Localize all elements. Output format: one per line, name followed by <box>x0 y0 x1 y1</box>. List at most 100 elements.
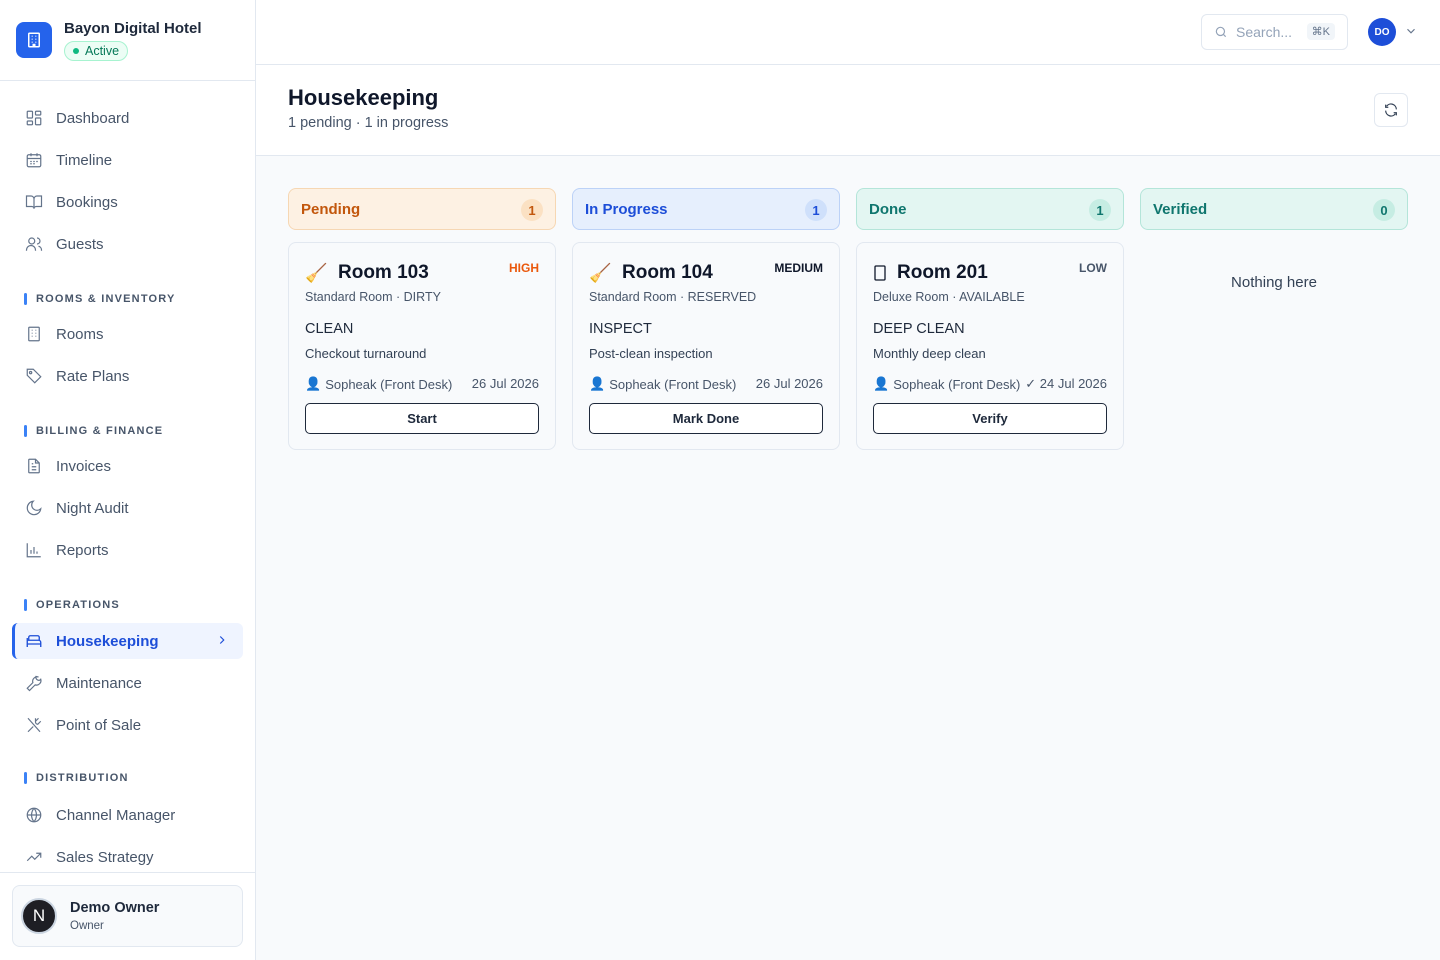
priority-badge: HIGH <box>509 261 539 275</box>
sidebar-item-maintenance[interactable]: Maintenance <box>12 665 243 701</box>
hotel-name: Bayon Digital Hotel <box>64 19 202 37</box>
search-icon <box>1214 25 1228 39</box>
sidebar-item-rate-plans[interactable]: Rate Plans <box>12 358 243 394</box>
status-label: Active <box>85 43 120 58</box>
sidebar-item-label: Invoices <box>56 457 112 475</box>
sidebar-item-label: Channel Manager <box>56 806 176 824</box>
sidebar-item-label: Maintenance <box>56 674 142 692</box>
mark-done-button[interactable]: Mark Done <box>589 403 823 434</box>
search-placeholder: Search... <box>1236 24 1293 40</box>
utensils-icon <box>24 715 44 735</box>
user-menu-avatar[interactable]: DO <box>1368 18 1396 46</box>
sidebar-item-label: Rate Plans <box>56 367 130 385</box>
status-badge: Active <box>64 40 129 61</box>
avatar: N <box>21 898 57 934</box>
task-card[interactable]: 🧹 Room 103 HIGH Standard Room · DIRTY CL… <box>288 242 556 450</box>
task-card[interactable]: 🧹 Room 104 MEDIUM Standard Room · RESERV… <box>572 242 840 450</box>
room-meta: Standard Room · RESERVED <box>589 290 757 304</box>
column-title: Verified <box>1153 200 1208 218</box>
priority-badge: MEDIUM <box>774 261 823 275</box>
room-meta: Standard Room · DIRTY <box>305 290 441 304</box>
task-note: Checkout turnaround <box>305 346 427 361</box>
sidebar-item-bookings[interactable]: Bookings <box>12 184 243 220</box>
assignee: 👤 Sopheak (Front Desk) <box>873 376 1020 392</box>
dashboard-icon <box>24 108 44 128</box>
sidebar-item-label: Rooms <box>56 325 104 343</box>
bar-chart-icon <box>24 540 44 560</box>
task-type: CLEAN <box>305 321 354 337</box>
sidebar-item-label: Sales Strategy <box>56 848 154 866</box>
sidebar-item-invoices[interactable]: Invoices <box>12 448 243 484</box>
moon-icon <box>24 498 44 518</box>
page-title: Housekeeping <box>288 85 439 110</box>
column-header-pending: Pending 1 <box>288 188 556 230</box>
assignee-name: Sopheak (Front Desk) <box>893 376 1021 392</box>
person-icon: 👤 <box>589 376 606 391</box>
room-number: Room 103 <box>338 262 429 283</box>
empty-state: Nothing here <box>1231 274 1317 291</box>
globe-icon <box>24 805 44 825</box>
broom-icon: 🧹 <box>589 263 612 283</box>
task-note: Post-clean inspection <box>589 346 713 361</box>
checkbox-icon <box>873 265 887 286</box>
column-header-verified: Verified 0 <box>1140 188 1408 230</box>
section-rooms-inventory: ROOMS & INVENTORY <box>24 293 176 305</box>
user-profile-card[interactable]: N Demo Owner Owner <box>12 885 243 947</box>
sidebar-item-sales-strategy[interactable]: Sales Strategy <box>12 839 243 875</box>
sidebar-item-night-audit[interactable]: Night Audit <box>12 490 243 526</box>
sidebar-item-housekeeping[interactable]: Housekeeping <box>12 623 243 659</box>
column-count: 1 <box>1089 199 1111 221</box>
file-text-icon <box>24 456 44 476</box>
chevron-right-icon <box>215 633 229 651</box>
search-shortcut: ⌘K <box>1306 23 1335 40</box>
sidebar-item-label: Night Audit <box>56 499 129 517</box>
bed-icon <box>24 631 44 651</box>
column-title: In Progress <box>585 200 668 218</box>
task-note: Monthly deep clean <box>873 346 986 361</box>
sidebar-item-timeline[interactable]: Timeline <box>12 142 243 178</box>
column-count: 1 <box>521 199 543 221</box>
chevron-down-icon[interactable] <box>1404 24 1418 43</box>
hotel-building-icon <box>16 22 52 58</box>
assignee: 👤 Sopheak (Front Desk) <box>305 376 452 392</box>
room-meta: Deluxe Room · AVAILABLE <box>873 290 1025 304</box>
start-button[interactable]: Start <box>305 403 539 434</box>
user-name: Demo Owner <box>70 900 160 916</box>
sidebar-item-label: Housekeeping <box>56 632 159 650</box>
room-number: Room 201 <box>897 262 988 283</box>
page-header: Housekeeping 1 pending · 1 in progress <box>256 65 1440 156</box>
column-header-done: Done 1 <box>856 188 1124 230</box>
task-card[interactable]: Room 201 LOW Deluxe Room · AVAILABLE DEE… <box>856 242 1124 450</box>
sidebar-item-point-of-sale[interactable]: Point of Sale <box>12 707 243 743</box>
sidebar-item-label: Point of Sale <box>56 716 142 734</box>
verify-button[interactable]: Verify <box>873 403 1107 434</box>
wrench-icon <box>24 673 44 693</box>
column-header-in-progress: In Progress 1 <box>572 188 840 230</box>
search-input[interactable]: Search... ⌘K <box>1201 14 1348 50</box>
task-date: 26 Jul 2026 <box>755 376 823 391</box>
users-icon <box>24 234 44 254</box>
task-type: DEEP CLEAN <box>873 321 965 337</box>
sidebar-item-label: Timeline <box>56 151 113 169</box>
trending-up-icon <box>24 847 44 867</box>
column-count: 1 <box>805 199 827 221</box>
page-subtitle: 1 pending · 1 in progress <box>288 115 449 131</box>
sidebar-item-rooms[interactable]: Rooms <box>12 316 243 352</box>
column-count: 0 <box>1373 199 1395 221</box>
sidebar-divider <box>0 872 256 873</box>
status-dot-icon <box>73 47 79 54</box>
sidebar-item-channel-manager[interactable]: Channel Manager <box>12 797 243 833</box>
sidebar-item-label: Bookings <box>56 193 118 211</box>
task-date: 26 Jul 2026 <box>471 376 539 391</box>
sidebar-item-label: Guests <box>56 235 104 253</box>
user-role: Owner <box>70 920 104 932</box>
building-icon <box>24 324 44 344</box>
brand-header: Bayon Digital Hotel Active <box>0 0 255 81</box>
sidebar-item-guests[interactable]: Guests <box>12 226 243 262</box>
column-title: Pending <box>301 200 361 218</box>
sidebar-item-dashboard[interactable]: Dashboard <box>12 100 243 136</box>
sidebar-item-reports[interactable]: Reports <box>12 532 243 568</box>
priority-badge: LOW <box>1079 261 1107 275</box>
refresh-button[interactable] <box>1374 93 1408 127</box>
task-type: INSPECT <box>589 321 652 337</box>
